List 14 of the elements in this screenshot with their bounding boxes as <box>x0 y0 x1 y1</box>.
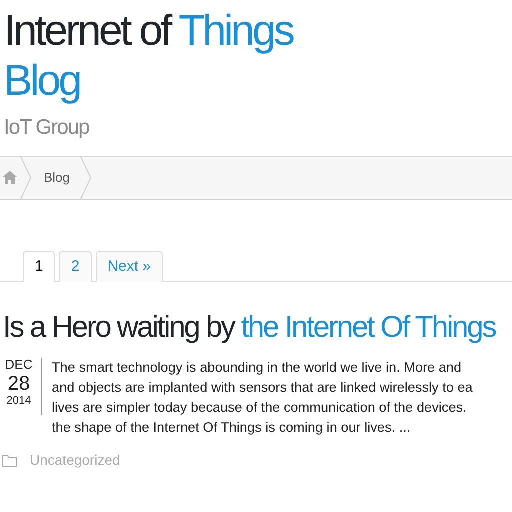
page-tab[interactable]: 1 <box>23 250 56 282</box>
date-day: 28 <box>1 374 37 394</box>
home-icon[interactable] <box>3 171 17 184</box>
site-title[interactable]: Internet of Things Blog <box>4 6 512 106</box>
folder-icon <box>2 454 17 466</box>
site-tagline: IoT Group <box>4 115 90 141</box>
post-title[interactable]: Is a Hero waiting by the Internet Of Things <box>3 308 496 348</box>
excerpt-line: lives are simpler today because of the communication of the devices. <box>52 399 468 417</box>
excerpt-line: The smart technology is abounding in the world we live in. More and <box>52 359 463 377</box>
date-month: DEC <box>4 358 34 371</box>
excerpt-line: and objects are implanted with sensors that are linked wirelessly to ea <box>52 379 473 397</box>
excerpt-line: the shape of the Internet Of Things is coming in our lives. ... <box>52 419 412 437</box>
breadcrumb-link[interactable]: Blog <box>32 168 80 188</box>
date-year: 2014 <box>6 396 32 407</box>
